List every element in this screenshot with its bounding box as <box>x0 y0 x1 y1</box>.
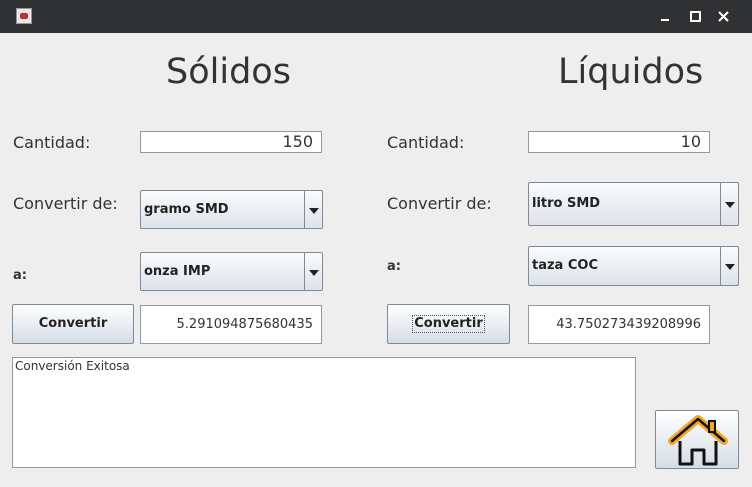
home-button[interactable] <box>655 410 739 469</box>
liquidos-to-unit-value: taza COC <box>532 258 598 273</box>
liquidos-from-unit-select[interactable]: litro SMD <box>528 182 739 226</box>
solidos-from-unit-select[interactable]: gramo SMD <box>140 190 323 229</box>
liquidos-convertir-de-label: Convertir de: <box>387 194 492 213</box>
chevron-down-icon[interactable] <box>304 191 322 228</box>
chevron-down-icon[interactable] <box>720 183 738 225</box>
liquidos-title: Líquidos <box>558 52 704 92</box>
liquidos-to-unit-select[interactable]: taza COC <box>528 246 739 286</box>
solidos-convertir-button[interactable]: Convertir <box>12 304 134 344</box>
liquidos-a-label: a: <box>387 259 401 274</box>
solidos-cantidad-input[interactable]: 150 <box>140 131 322 153</box>
close-icon[interactable] <box>715 7 733 25</box>
title-bar <box>0 0 752 33</box>
liquidos-from-unit-value: litro SMD <box>532 196 601 211</box>
chevron-down-icon[interactable] <box>304 253 322 290</box>
status-message-area[interactable]: Conversión Exitosa <box>12 357 636 468</box>
chevron-down-icon[interactable] <box>720 247 738 285</box>
solidos-to-unit-value: onza IMP <box>144 264 211 279</box>
app-icon <box>16 8 32 24</box>
solidos-convertir-label: Convertir <box>38 316 108 331</box>
home-icon <box>668 415 728 466</box>
solidos-from-unit-value: gramo SMD <box>144 202 229 217</box>
solidos-convertir-de-label: Convertir de: <box>13 194 118 213</box>
maximize-icon[interactable] <box>687 7 705 25</box>
solidos-cantidad-label: Cantidad: <box>13 133 91 152</box>
liquidos-cantidad-label: Cantidad: <box>387 133 465 152</box>
minimize-icon[interactable] <box>657 7 675 25</box>
solidos-a-label: a: <box>13 268 27 283</box>
liquidos-result-field[interactable]: 43.750273439208996 <box>528 305 710 344</box>
liquidos-convertir-button[interactable]: Convertir <box>387 304 510 344</box>
liquidos-cantidad-input[interactable]: 10 <box>528 131 710 153</box>
liquidos-convertir-label: Convertir <box>412 315 485 333</box>
solidos-result-field[interactable]: 5.291094875680435 <box>140 305 322 344</box>
solidos-title: Sólidos <box>166 52 291 92</box>
solidos-to-unit-select[interactable]: onza IMP <box>140 252 323 291</box>
